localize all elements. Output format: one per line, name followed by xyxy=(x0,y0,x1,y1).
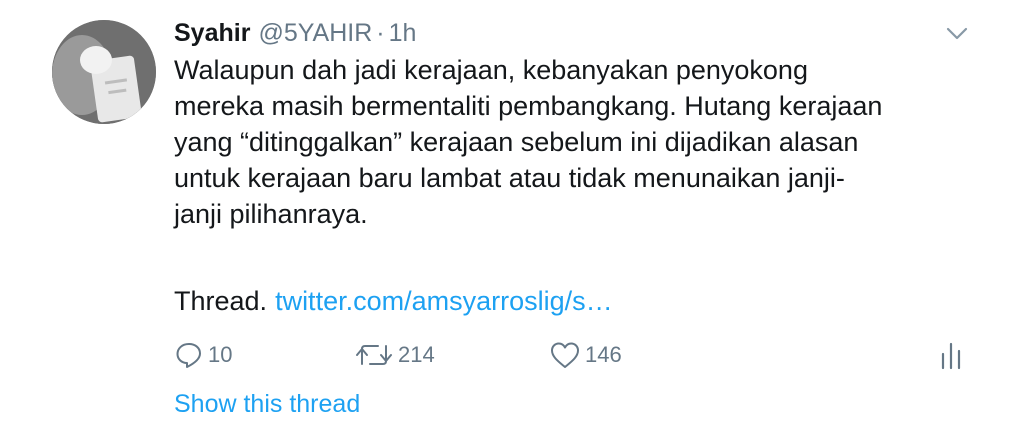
reply-icon xyxy=(176,343,201,368)
thread-prefix: Thread. xyxy=(174,286,268,316)
tweet-card[interactable]: Syahir @5YAHIR · 1h Walaupun dah jadi ke… xyxy=(0,0,1024,442)
like-count: 146 xyxy=(585,342,622,367)
analytics-icon xyxy=(941,342,961,370)
reply-button[interactable]: 10 xyxy=(174,340,232,370)
like-button[interactable]: 146 xyxy=(549,340,622,370)
retweet-count: 214 xyxy=(398,342,435,367)
separator-dot: · xyxy=(376,18,385,47)
reply-count: 10 xyxy=(208,342,233,367)
thread-line: Thread. twitter.com/amsyarroslig/s… xyxy=(174,283,613,319)
tweet-header: Syahir @5YAHIR · 1h xyxy=(174,16,416,50)
show-thread-link[interactable]: Show this thread xyxy=(174,390,360,419)
heart-icon xyxy=(551,342,579,368)
retweet-button[interactable]: 214 xyxy=(354,340,435,370)
avatar[interactable] xyxy=(52,20,156,124)
action-bar: 10 214 146 xyxy=(0,340,1024,372)
author-name[interactable]: Syahir xyxy=(174,19,250,48)
avatar-photo xyxy=(52,20,156,124)
thread-link[interactable]: twitter.com/amsyarroslig/s… xyxy=(275,286,613,316)
tweet-text: Walaupun dah jadi kerajaan, kebanyakan p… xyxy=(174,55,883,229)
chevron-down-icon[interactable] xyxy=(944,22,970,44)
analytics-button[interactable] xyxy=(938,340,964,372)
author-handle[interactable]: @5YAHIR xyxy=(258,19,372,48)
retweet-icon xyxy=(356,345,392,365)
timestamp[interactable]: 1h xyxy=(389,19,417,48)
